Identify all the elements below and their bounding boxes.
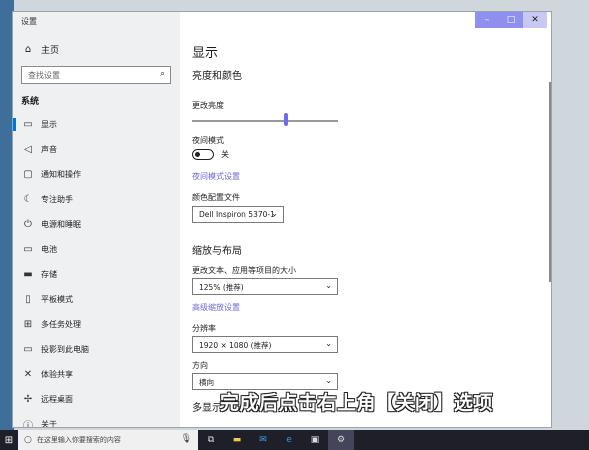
- taskbar-search-placeholder: 在这里输入你要搜索的内容: [36, 436, 121, 444]
- window-controls: – □ ✕: [475, 12, 547, 28]
- brightness-section-title: 亮度和颜色: [192, 71, 242, 82]
- battery-icon: ▭: [23, 244, 33, 255]
- start-button[interactable]: ⊞: [0, 430, 18, 450]
- sidebar-item-remote-desktop[interactable]: ✢ 远程桌面: [21, 387, 179, 412]
- night-mode-settings-link[interactable]: 夜间模式设置: [192, 171, 240, 182]
- sidebar-nav: ▭ 显示 ◁ 声音 ▢ 通知和操作 ☾ 专注助手 ⏻ 电源和睡眠 ▭ 电池 ▬ 存储 ▯ 平板模…: [13, 112, 179, 428]
- window-title: 设置: [21, 17, 37, 26]
- close-button[interactable]: ✕: [523, 12, 547, 28]
- sidebar-item-label: 存储: [41, 270, 57, 279]
- microphone-icon: 🎙: [180, 434, 192, 444]
- tablet-icon: ▯: [25, 294, 31, 305]
- store-icon[interactable]: ▣: [302, 430, 328, 450]
- sidebar-item-label: 投影到此电脑: [41, 345, 89, 354]
- sidebar-item-about[interactable]: ⓘ 关于: [21, 412, 179, 428]
- notification-icon: ▢: [23, 169, 33, 180]
- remote-icon: ✢: [23, 394, 33, 405]
- color-profile-value: Dell Inspiron 5370-1: [199, 210, 275, 219]
- brightness-slider-thumb[interactable]: [283, 113, 288, 126]
- moon-icon: ☾: [23, 194, 33, 205]
- maximize-button[interactable]: □: [499, 12, 523, 28]
- settings-window: 设置 ⌂ 主页 查找设置 ⌕ 系统 ▭ 显示 ◁ 声音 ▢ 通知和操作 ☾ 专注助手 ⏻…: [12, 11, 552, 428]
- sidebar-item-label: 电池: [41, 245, 57, 254]
- page-title: 显示: [192, 46, 219, 61]
- multitask-icon: ⊞: [23, 319, 33, 330]
- scale-section-title: 缩放与布局: [192, 246, 242, 257]
- multi-display-section-title: 多显示: [192, 403, 222, 414]
- sidebar-item-label: 电源和睡眠: [41, 220, 81, 229]
- sidebar-item-label: 通知和操作: [41, 170, 81, 179]
- home-label: 主页: [41, 46, 60, 56]
- task-view-icon[interactable]: ⧉: [198, 430, 224, 450]
- main-content: – □ ✕ 显示 亮度和颜色 更改亮度 夜间模式 关 夜间模式设置 颜色配置文件…: [180, 12, 551, 427]
- sidebar-item-label: 关于: [41, 420, 57, 428]
- chevron-down-icon: ⌄: [325, 339, 332, 348]
- night-mode-toggle[interactable]: [192, 149, 214, 160]
- search-input[interactable]: 查找设置 ⌕: [21, 66, 171, 84]
- monitor-icon: ▭: [23, 119, 33, 130]
- scrollbar[interactable]: [549, 82, 551, 282]
- orientation-value: 横向: [199, 378, 214, 387]
- scale-value: 125% (推荐): [199, 283, 244, 292]
- resolution-label: 分辨率: [192, 324, 216, 333]
- sidebar-item-label: 声音: [41, 145, 57, 154]
- scale-label: 更改文本、应用等项目的大小: [192, 266, 296, 275]
- windows-logo-icon: ⊞: [4, 434, 14, 446]
- sidebar-item-power[interactable]: ⏻ 电源和睡眠: [21, 212, 179, 237]
- sidebar-item-label: 显示: [41, 120, 57, 129]
- sidebar-item-battery[interactable]: ▭ 电池: [21, 237, 179, 262]
- power-icon: ⏻: [24, 219, 32, 230]
- color-profile-label: 颜色配置文件: [192, 193, 240, 202]
- info-icon: ⓘ: [23, 421, 33, 428]
- sidebar: 设置 ⌂ 主页 查找设置 ⌕ 系统 ▭ 显示 ◁ 声音 ▢ 通知和操作 ☾ 专注助手 ⏻…: [13, 12, 180, 427]
- sidebar-item-focus-assist[interactable]: ☾ 专注助手: [21, 187, 179, 212]
- home-icon: ⌂: [24, 44, 32, 55]
- taskbar-search[interactable]: ○ 在这里输入你要搜索的内容 🎙: [18, 430, 198, 450]
- home-nav-item[interactable]: ⌂ 主页: [21, 43, 59, 56]
- share-icon: ✕: [23, 369, 33, 380]
- night-mode-label: 夜间模式: [192, 136, 224, 145]
- cortana-icon: ○: [24, 435, 32, 445]
- storage-icon: ▬: [23, 269, 33, 280]
- sidebar-item-multitasking[interactable]: ⊞ 多任务处理: [21, 312, 179, 337]
- chevron-down-icon: ⌄: [325, 376, 332, 385]
- sidebar-item-label: 体验共享: [41, 370, 73, 379]
- sidebar-item-label: 平板模式: [41, 295, 73, 304]
- sidebar-item-project[interactable]: ▭ 投影到此电脑: [21, 337, 179, 362]
- brightness-label: 更改亮度: [192, 101, 224, 110]
- mail-icon[interactable]: ✉: [250, 430, 276, 450]
- chevron-down-icon: ⌄: [271, 209, 278, 218]
- sidebar-section-title: 系统: [21, 97, 40, 107]
- project-icon: ▭: [23, 344, 33, 355]
- advanced-scale-link[interactable]: 高级缩放设置: [192, 302, 240, 313]
- color-profile-select[interactable]: Dell Inspiron 5370-1 ⌄: [192, 206, 284, 223]
- sidebar-item-storage[interactable]: ▬ 存储: [21, 262, 179, 287]
- search-icon: ⌕: [159, 69, 165, 79]
- sidebar-item-label: 专注助手: [41, 195, 73, 204]
- minimize-button[interactable]: –: [475, 12, 499, 28]
- chevron-down-icon: ⌄: [325, 281, 332, 290]
- file-explorer-icon[interactable]: ▬: [224, 430, 250, 450]
- search-placeholder: 查找设置: [28, 71, 60, 80]
- sidebar-item-notifications[interactable]: ▢ 通知和操作: [21, 162, 179, 187]
- sidebar-item-display[interactable]: ▭ 显示: [13, 112, 179, 137]
- resolution-select[interactable]: 1920 × 1080 (推荐) ⌄: [192, 336, 338, 353]
- resolution-value: 1920 × 1080 (推荐): [199, 341, 272, 350]
- brightness-slider-track[interactable]: [192, 120, 338, 122]
- scale-select[interactable]: 125% (推荐) ⌄: [192, 278, 338, 295]
- tutorial-caption: 完成后点击右上角【关闭】选项: [220, 392, 494, 414]
- night-mode-state: 关: [221, 150, 229, 159]
- orientation-label: 方向: [192, 361, 208, 370]
- taskbar: ⊞ ○ 在这里输入你要搜索的内容 🎙 ⧉ ▬ ✉ e ▣ ⚙: [0, 430, 589, 450]
- sidebar-item-tablet-mode[interactable]: ▯ 平板模式: [21, 287, 179, 312]
- sidebar-item-label: 多任务处理: [41, 320, 81, 329]
- sidebar-item-sound[interactable]: ◁ 声音: [21, 137, 179, 162]
- speaker-icon: ◁: [24, 144, 32, 155]
- settings-icon[interactable]: ⚙: [328, 430, 354, 450]
- sidebar-item-shared-experience[interactable]: ✕ 体验共享: [21, 362, 179, 387]
- edge-icon[interactable]: e: [276, 430, 302, 450]
- sidebar-item-label: 远程桌面: [41, 395, 73, 404]
